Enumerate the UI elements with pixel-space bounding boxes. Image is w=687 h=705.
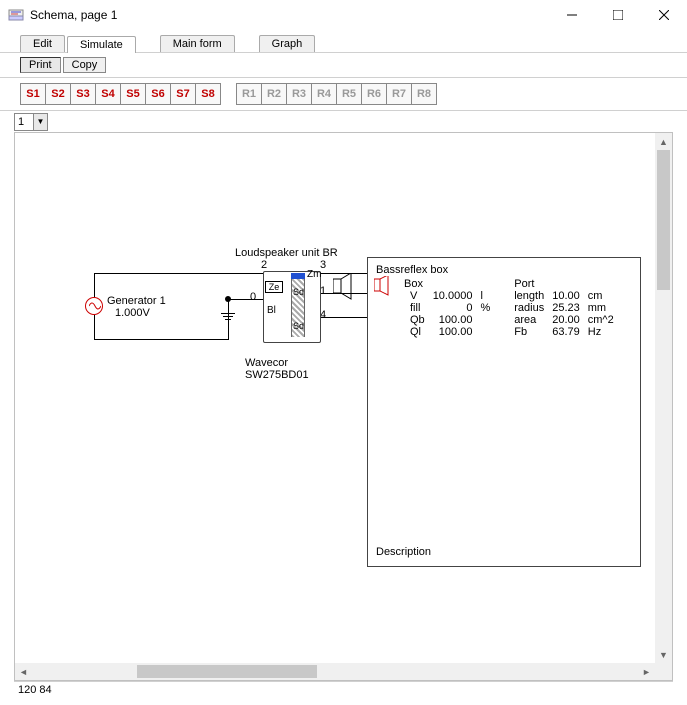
page-select[interactable]: 1 ▼ [14, 113, 48, 131]
status-bar: 120 84 [14, 681, 673, 701]
ql-label: Ql [400, 326, 429, 338]
app-window: Schema, page 1 Edit Simulate Main form G… [0, 0, 687, 705]
loudspeaker-maker: Wavecor [245, 357, 288, 369]
v-unit: l [476, 290, 494, 302]
minimize-button[interactable] [549, 0, 595, 30]
tab-graph[interactable]: Graph [259, 35, 316, 52]
v-scroll-thumb[interactable] [657, 150, 670, 290]
chevron-down-icon: ▼ [33, 114, 47, 130]
loudspeaker-title: Loudspeaker unit BR [235, 247, 338, 259]
close-button[interactable] [641, 0, 687, 30]
tab-simulate[interactable]: Simulate [67, 36, 136, 53]
ze-box: Ze [265, 281, 283, 293]
pin-2-label: 2 [261, 259, 267, 271]
sd2-label: Sd [293, 321, 304, 331]
r7-button[interactable]: R7 [386, 83, 412, 105]
vertical-scrollbar[interactable]: ▲ ▼ [655, 133, 672, 663]
area-value: 20.00 [548, 314, 584, 326]
s5-button[interactable]: S5 [120, 83, 146, 105]
fill-unit: % [476, 302, 494, 314]
fb-value: 63.79 [548, 326, 584, 338]
horizontal-scrollbar[interactable]: ◄ ► [15, 663, 655, 680]
sd1-label: Sd [293, 287, 304, 297]
v-scroll-track[interactable] [655, 150, 672, 646]
s6-button[interactable]: S6 [145, 83, 171, 105]
fill-label: fill [400, 302, 429, 314]
r8-button[interactable]: R8 [411, 83, 437, 105]
length-value: 10.00 [548, 290, 584, 302]
ql-value: 100.00 [429, 326, 477, 338]
page-select-value: 1 [15, 116, 33, 128]
h-scroll-thumb[interactable] [137, 665, 317, 678]
radius-unit: mm [584, 302, 618, 314]
window-title: Schema, page 1 [30, 8, 549, 22]
bassbox-description-label: Description [376, 546, 431, 558]
loudspeaker-internals: Ze Bl Zm Sd Sd [263, 273, 323, 341]
maximize-button[interactable] [595, 0, 641, 30]
fb-unit: Hz [584, 326, 618, 338]
tab-bar: Edit Simulate Main form Graph [0, 30, 687, 52]
s3-button[interactable]: S3 [70, 83, 96, 105]
tab-main-form[interactable]: Main form [160, 35, 235, 52]
zm-label: Zm [307, 269, 321, 280]
bl-label: Bl [267, 305, 276, 316]
generator-voltage: 1.000V [115, 307, 150, 319]
area-label: area [494, 314, 548, 326]
s2-button[interactable]: S2 [45, 83, 71, 105]
h-scroll-track[interactable] [32, 663, 638, 680]
s4-button[interactable]: S4 [95, 83, 121, 105]
speaker-port-icon [374, 276, 390, 296]
scroll-down-icon[interactable]: ▼ [655, 646, 672, 663]
fb-label: Fb [494, 326, 548, 338]
schematic-canvas[interactable]: Loudspeaker unit BR 2 3 0 1 4 [15, 133, 655, 663]
s1-button[interactable]: S1 [20, 83, 46, 105]
generator-symbol[interactable] [85, 297, 103, 315]
schematic-canvas-frame: Loudspeaker unit BR 2 3 0 1 4 [14, 132, 673, 681]
s7-button[interactable]: S7 [170, 83, 196, 105]
generator-name: Generator 1 [107, 295, 166, 307]
length-label: length [494, 290, 548, 302]
r2-button[interactable]: R2 [261, 83, 287, 105]
r1-button[interactable]: R1 [236, 83, 262, 105]
r5-button[interactable]: R5 [336, 83, 362, 105]
qb-value: 100.00 [429, 314, 477, 326]
tab-edit[interactable]: Edit [20, 35, 65, 52]
scroll-up-icon[interactable]: ▲ [655, 133, 672, 150]
speaker-icon [333, 273, 353, 313]
bassbox-title: Bassreflex box [376, 264, 632, 276]
qb-label: Qb [400, 314, 429, 326]
ground-symbol [221, 313, 235, 320]
toolbar-s-r: S1 S2 S3 S4 S5 S6 S7 S8 R1 R2 R3 R4 R5 R… [0, 78, 687, 110]
loudspeaker-model: SW275BD01 [245, 369, 309, 381]
app-icon [8, 7, 24, 23]
scroll-right-icon[interactable]: ► [638, 663, 655, 680]
v-value: 10.0000 [429, 290, 477, 302]
schematic-content: Loudspeaker unit BR 2 3 0 1 4 [85, 249, 625, 609]
box-header: Box [400, 278, 429, 290]
fill-value: 0 [429, 302, 477, 314]
port-header: Port [494, 278, 548, 290]
status-coordinates: 120 84 [18, 684, 52, 696]
length-unit: cm [584, 290, 618, 302]
v-label: V [400, 290, 429, 302]
s8-button[interactable]: S8 [195, 83, 221, 105]
pin-0-label: 0 [250, 291, 256, 303]
r3-button[interactable]: R3 [286, 83, 312, 105]
area-unit: cm^2 [584, 314, 618, 326]
scroll-left-icon[interactable]: ◄ [15, 663, 32, 680]
r4-button[interactable]: R4 [311, 83, 337, 105]
r6-button[interactable]: R6 [361, 83, 387, 105]
copy-button[interactable]: Copy [63, 57, 107, 73]
radius-value: 25.23 [548, 302, 584, 314]
page-selector-bar: 1 ▼ [0, 110, 687, 132]
radius-label: radius [494, 302, 548, 314]
print-button[interactable]: Print [20, 57, 61, 73]
toolbar-print-copy: Print Copy [0, 52, 687, 78]
titlebar: Schema, page 1 [0, 0, 687, 30]
scroll-corner [655, 663, 672, 680]
bassreflex-box[interactable]: Bassreflex box Box Port [367, 257, 641, 567]
